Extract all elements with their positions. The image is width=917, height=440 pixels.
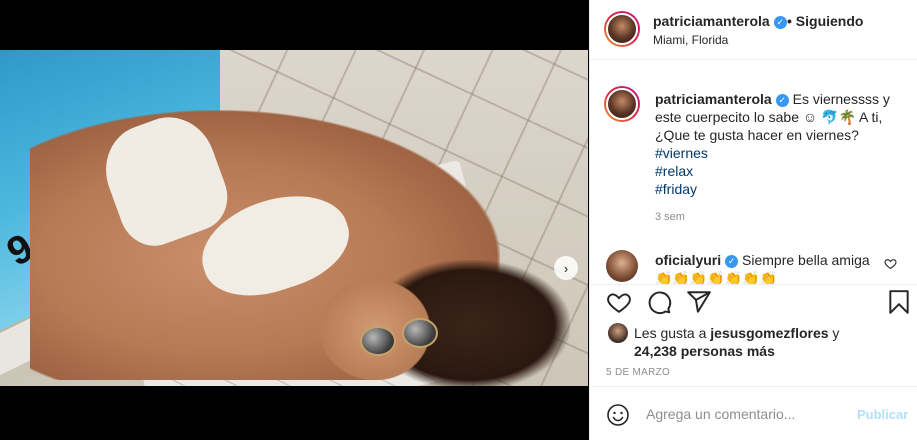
save-button[interactable] <box>886 289 912 315</box>
likes-text[interactable]: Les gusta a jesusgomezflores y 24,238 pe… <box>634 324 904 360</box>
emoji-icon <box>607 404 629 426</box>
following-status[interactable]: • Siguiendo <box>787 13 863 29</box>
comment-input[interactable] <box>646 402 846 426</box>
verified-badge-icon: ✓ <box>773 16 787 29</box>
author-username[interactable]: patriciamanterola <box>653 13 770 29</box>
verified-badge-icon: ✓ <box>775 94 789 107</box>
comment-button[interactable] <box>646 289 672 315</box>
caption-timestamp[interactable]: 3 sem <box>655 211 685 223</box>
photo-sunglasses <box>360 318 440 358</box>
post-date[interactable]: 5 DE MARZO <box>606 367 670 378</box>
author-avatar[interactable] <box>604 11 640 47</box>
hashtag-link[interactable]: #viernes <box>655 144 895 162</box>
caption-author-avatar[interactable] <box>604 86 640 122</box>
comment-emojis: 👏👏👏👏👏👏👏 <box>655 270 778 284</box>
share-icon <box>687 291 711 313</box>
bookmark-icon <box>889 290 909 314</box>
heart-icon <box>607 293 631 313</box>
commenter-username[interactable]: oficialyuri <box>655 252 721 268</box>
publish-comment-button[interactable]: Publicar <box>857 407 908 422</box>
post-photo[interactable]: 9 IN › <box>0 50 588 386</box>
likes-count[interactable]: 24,238 personas más <box>634 343 775 359</box>
carousel-next-button[interactable]: › <box>554 256 578 280</box>
post-media: 9 IN › <box>0 0 588 440</box>
chevron-right-icon: › <box>563 260 569 276</box>
verified-badge-icon: ✓ <box>725 255 739 268</box>
comment-icon <box>648 291 672 315</box>
post-header: patriciamanterola ✓ • Siguiendo Miami, Fl… <box>590 0 917 60</box>
comment-like-button[interactable] <box>884 257 897 270</box>
heart-icon <box>884 259 897 270</box>
caption-username[interactable]: patriciamanterola <box>655 91 772 107</box>
likes-prefix: Les gusta a <box>634 325 711 341</box>
share-button[interactable] <box>686 289 712 315</box>
likes-middle: y <box>828 325 840 341</box>
comment-body: oficialyuri ✓ Siempre bella amiga 👏👏👏👏👏👏👏 <box>655 251 885 284</box>
post-actions: Les gusta a jesusgomezflores y 24,238 pe… <box>590 284 917 384</box>
comment-text: Siempre bella amiga <box>742 252 870 268</box>
post-sidebar: patriciamanterola ✓ • Siguiendo Miami, Fl… <box>589 0 917 440</box>
liker-avatar[interactable] <box>608 323 628 343</box>
hashtag-link[interactable]: #relax <box>655 162 895 180</box>
post-modal: 9 IN › patriciamanterola✓ • Siguiendo <box>0 0 917 440</box>
hashtag-link[interactable]: #friday <box>655 180 895 198</box>
add-comment-bar: Publicar <box>590 386 917 440</box>
author-username-row: patriciamanterola ✓ <box>653 13 787 29</box>
post-location[interactable]: Miami, Florida <box>653 33 728 47</box>
liker-username[interactable]: jesusgomezflores <box>710 325 828 341</box>
like-button[interactable] <box>606 289 632 315</box>
commenter-avatar[interactable] <box>606 250 638 282</box>
caption-body: patriciamanterola ✓ Es viernessss y este … <box>655 90 895 198</box>
emoji-button[interactable] <box>606 403 630 427</box>
comment-item: oficialyuri ✓ Siempre bella amiga 👏👏👏👏👏👏👏 <box>590 244 917 284</box>
